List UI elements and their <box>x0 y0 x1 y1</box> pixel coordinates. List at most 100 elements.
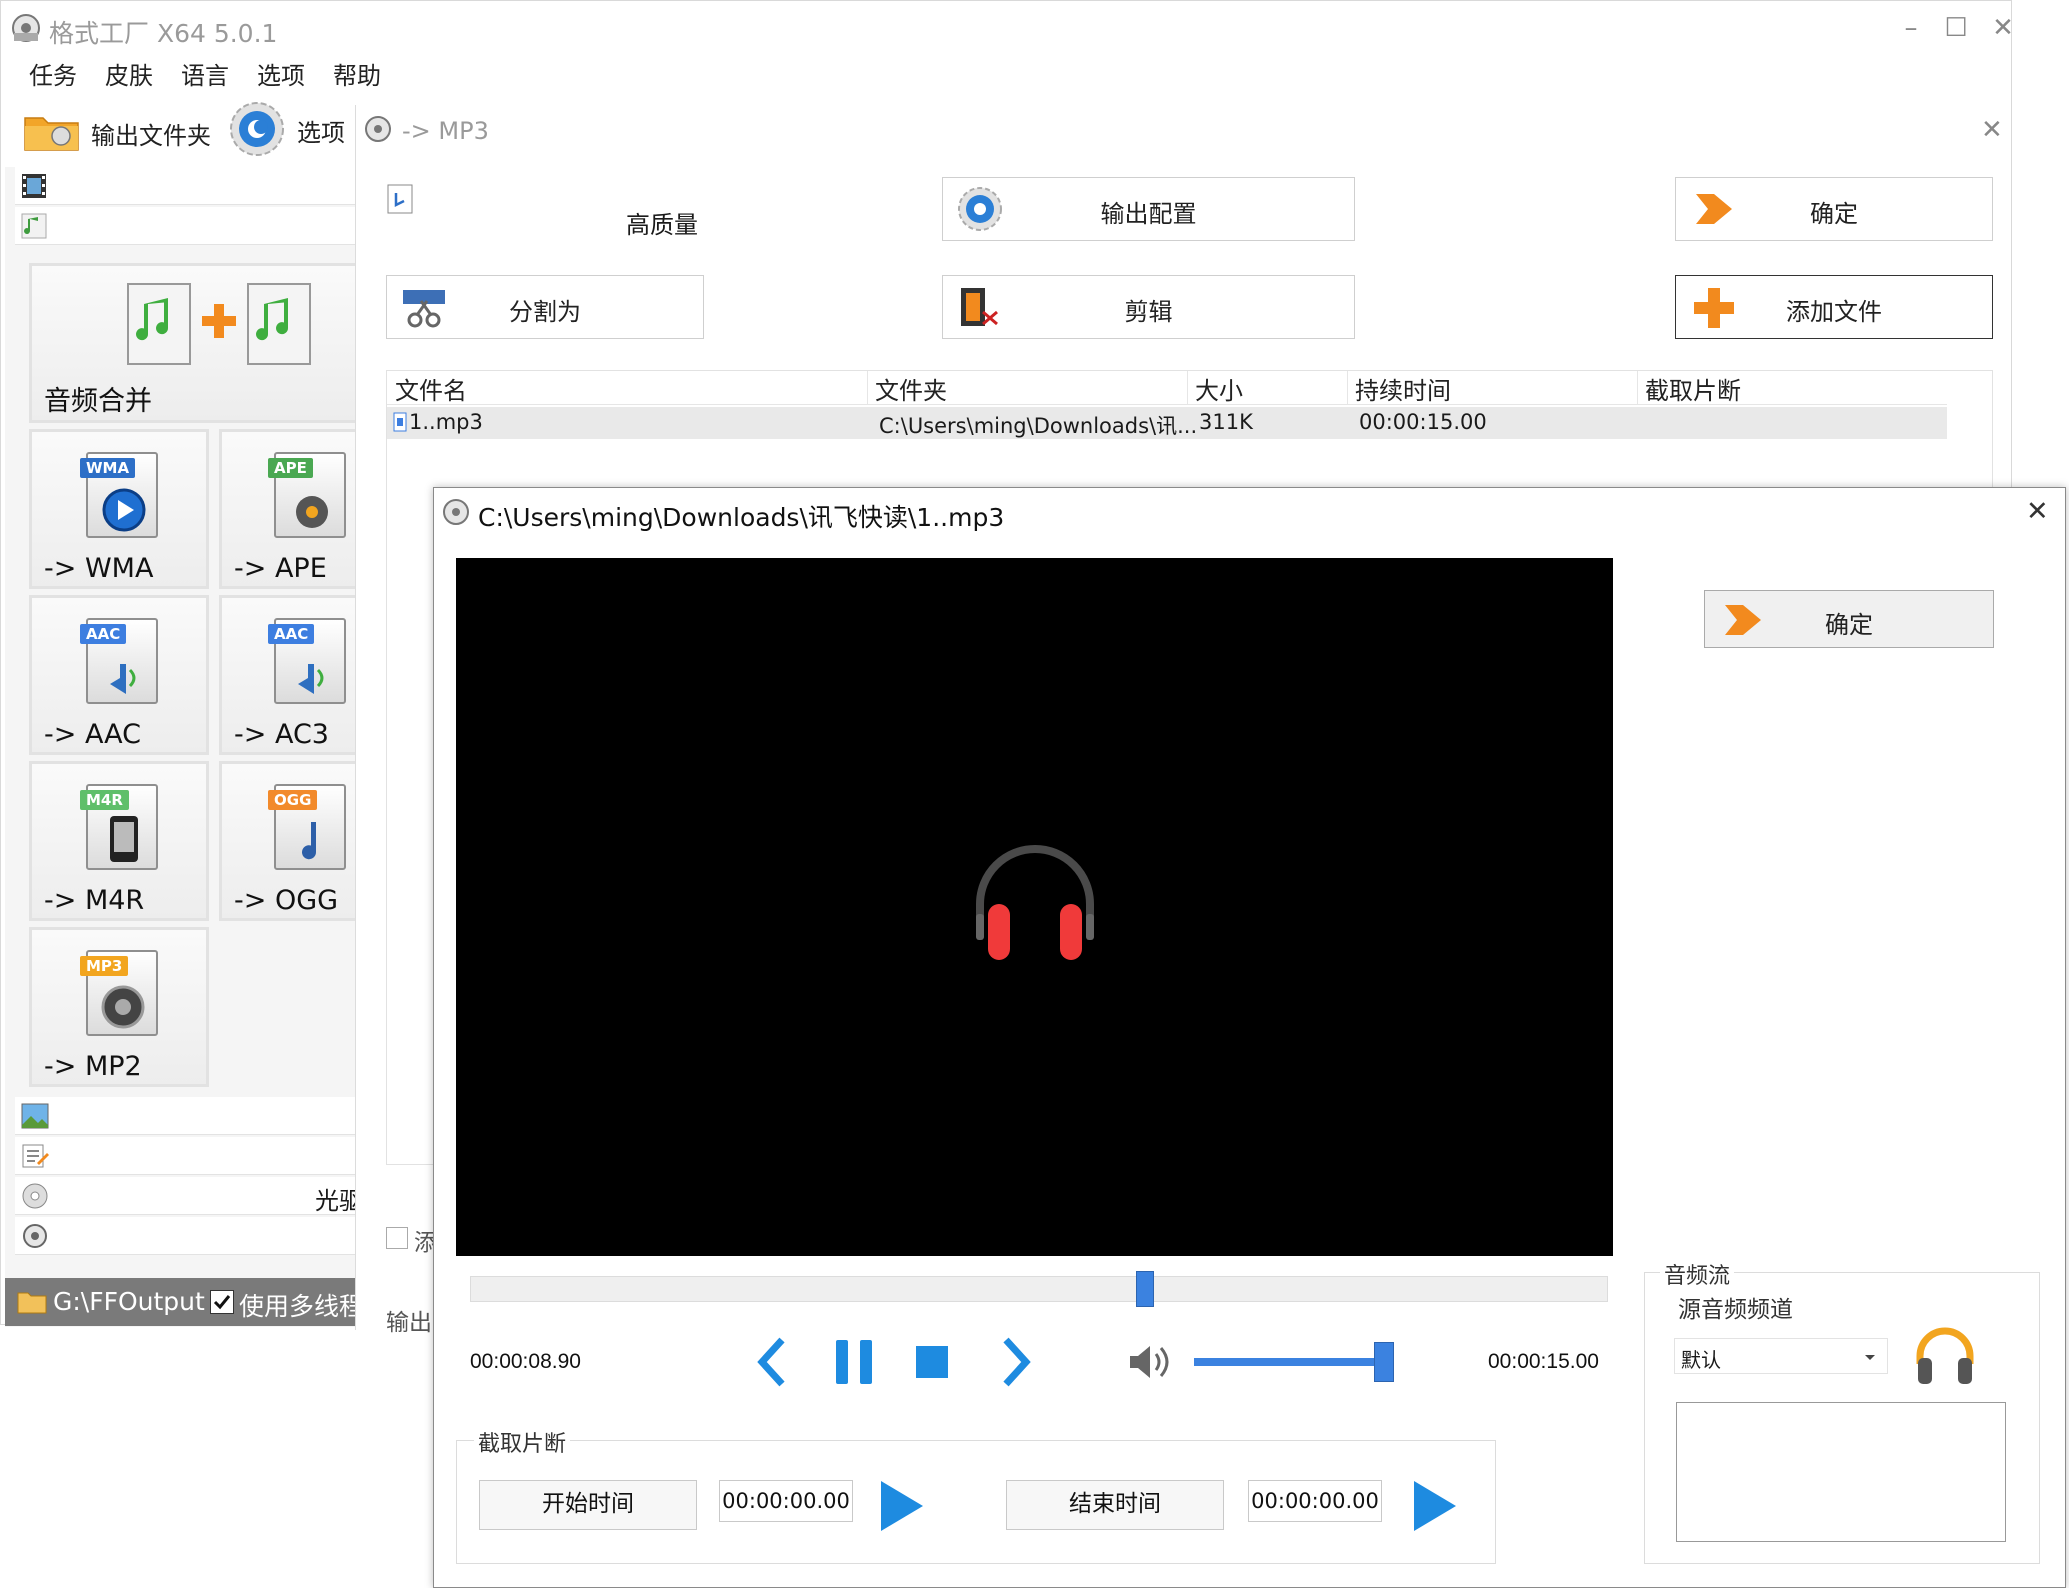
play-end-icon[interactable] <box>1414 1481 1456 1531</box>
disc-drive-icon <box>22 1183 48 1209</box>
ac3-badge: AAC <box>268 624 315 644</box>
start-time-button[interactable]: 开始时间 <box>479 1480 697 1530</box>
channel-select-value: 默认 <box>1681 1348 1721 1372</box>
player-ok-label: 确定 <box>1825 611 1873 639</box>
output-config-button[interactable]: 输出配置 <box>942 177 1355 241</box>
document-edit-icon <box>22 1144 49 1168</box>
pause-icon[interactable] <box>832 1336 876 1388</box>
start-time-input[interactable]: 00:00:00.00 <box>719 1480 853 1522</box>
tile-aac-label: -> AAC <box>44 719 142 750</box>
output-folder-button[interactable]: 输出文件夹 <box>23 106 223 154</box>
video-preview[interactable] <box>456 558 1613 1256</box>
tile-ape[interactable]: APE -> APE <box>219 429 359 589</box>
tile-m4r[interactable]: M4R -> M4R <box>29 761 209 921</box>
category-document[interactable] <box>15 1137 359 1175</box>
seek-thumb[interactable] <box>1135 1271 1154 1307</box>
close-button[interactable]: ✕ <box>1983 13 2023 43</box>
menu-task[interactable]: 任务 <box>29 56 77 91</box>
m4r-badge: M4R <box>80 790 129 810</box>
minimize-button[interactable]: – <box>1891 13 1931 43</box>
tile-ogg[interactable]: OGG -> OGG <box>219 761 359 921</box>
clip-label: 剪辑 <box>1124 298 1173 326</box>
previous-icon[interactable] <box>752 1334 792 1390</box>
category-video[interactable] <box>15 167 359 205</box>
audio-merge-tile[interactable]: 音频合并 <box>29 263 359 423</box>
end-time-button[interactable]: 结束时间 <box>1006 1480 1224 1530</box>
col-folder[interactable]: 文件夹 <box>875 371 947 406</box>
menu-help[interactable]: 帮助 <box>333 56 381 91</box>
title-bar[interactable]: 格式工厂 X64 5.0.1 – ☐ ✕ <box>1 1 2014 59</box>
player-title: C:\Users\ming\Downloads\讯飞快读\1..mp3 <box>478 503 1005 532</box>
volume-slider[interactable] <box>1194 1342 1394 1382</box>
clip-button[interactable]: 剪辑 <box>942 275 1355 339</box>
seek-bar[interactable] <box>470 1271 1608 1307</box>
row-folder: C:\Users\ming\Downloads\讯... <box>879 414 1198 438</box>
volume-icon[interactable] <box>1126 1342 1172 1382</box>
output-path[interactable]: G:\FFOutput <box>53 1287 205 1316</box>
row-filename: 1..mp3 <box>409 410 483 434</box>
options-button[interactable]: 选项 <box>229 101 359 157</box>
category-image[interactable] <box>15 1097 359 1135</box>
sidebar: 音频合并 WMA -> WMA APE -> APE AAC -> AAC AA… <box>5 167 363 1327</box>
tile-ape-label: -> APE <box>234 553 327 584</box>
category-tools[interactable] <box>15 1217 359 1255</box>
quality-file-icon <box>387 184 413 214</box>
mp3-ok-button[interactable]: 确定 <box>1675 177 1993 241</box>
tile-mp2-label: -> MP2 <box>44 1051 142 1082</box>
maximize-button[interactable]: ☐ <box>1936 13 1976 43</box>
source-channel-label: 源音频频道 <box>1678 1297 1793 1323</box>
split-button[interactable]: 分割为 <box>386 275 704 339</box>
split-label: 分割为 <box>509 298 581 326</box>
row-duration: 00:00:15.00 <box>1359 410 1487 434</box>
ape-badge: APE <box>268 458 313 478</box>
add-file-label: 添加文件 <box>1786 298 1882 326</box>
mp3-ok-label: 确定 <box>1810 200 1858 228</box>
app-logo-icon <box>443 499 469 525</box>
col-filename[interactable]: 文件名 <box>395 371 467 406</box>
wma-file-icon: WMA <box>80 452 158 538</box>
category-disc[interactable]: 光驱 <box>15 1177 363 1215</box>
current-time: 00:00:08.90 <box>470 1350 581 1373</box>
mp2-badge: MP3 <box>80 956 129 976</box>
col-size[interactable]: 大小 <box>1195 371 1243 406</box>
headphones-icon <box>976 845 1094 960</box>
menu-skin[interactable]: 皮肤 <box>105 56 153 91</box>
player-close-button[interactable]: ✕ <box>2026 496 2049 527</box>
col-clip[interactable]: 截取片断 <box>1645 371 1741 406</box>
player-ok-button[interactable]: 确定 <box>1704 590 1994 648</box>
tile-ac3-label: -> AC3 <box>234 719 329 750</box>
table-row[interactable]: 1..mp3 C:\Users\ming\Downloads\讯... 311K… <box>387 407 1947 439</box>
stop-icon[interactable] <box>912 1342 952 1382</box>
menu-language[interactable]: 语言 <box>181 56 229 91</box>
tile-ac3[interactable]: AAC -> AC3 <box>219 595 359 755</box>
audio-file-icon <box>393 412 407 432</box>
add-file-button[interactable]: 添加文件 <box>1675 275 1993 339</box>
ape-file-icon: APE <box>268 452 346 538</box>
stream-info-box[interactable] <box>1676 1402 2006 1542</box>
film-icon <box>22 174 46 198</box>
app-logo-icon <box>12 14 40 42</box>
tile-mp2[interactable]: MP3 -> MP2 <box>29 927 209 1087</box>
next-icon[interactable] <box>996 1334 1036 1390</box>
quality-selector[interactable]: 高质量 <box>386 183 746 259</box>
ac3-file-icon: AAC <box>268 618 346 704</box>
channel-select[interactable]: 默认 <box>1674 1338 1888 1374</box>
folder-icon <box>17 1292 47 1314</box>
volume-thumb[interactable] <box>1374 1342 1394 1382</box>
tile-wma-label: -> WMA <box>44 553 154 584</box>
mp3-dialog-close[interactable]: ✕ <box>1981 115 2003 145</box>
audio-merge-label: 音频合并 <box>44 386 152 417</box>
col-duration[interactable]: 持续时间 <box>1355 371 1451 406</box>
partial-checkbox[interactable] <box>386 1227 408 1249</box>
options-label: 选项 <box>297 119 345 147</box>
category-audio[interactable] <box>15 207 359 245</box>
play-start-icon[interactable] <box>881 1481 923 1531</box>
music-note-icon <box>21 213 47 239</box>
tile-aac[interactable]: AAC -> AAC <box>29 595 209 755</box>
tools-icon <box>23 1224 47 1248</box>
tile-ogg-label: -> OGG <box>234 885 339 916</box>
menu-options[interactable]: 选项 <box>257 56 305 91</box>
end-time-input[interactable]: 00:00:00.00 <box>1248 1480 1382 1522</box>
tile-wma[interactable]: WMA -> WMA <box>29 429 209 589</box>
multithread-checkbox[interactable] <box>210 1290 234 1314</box>
